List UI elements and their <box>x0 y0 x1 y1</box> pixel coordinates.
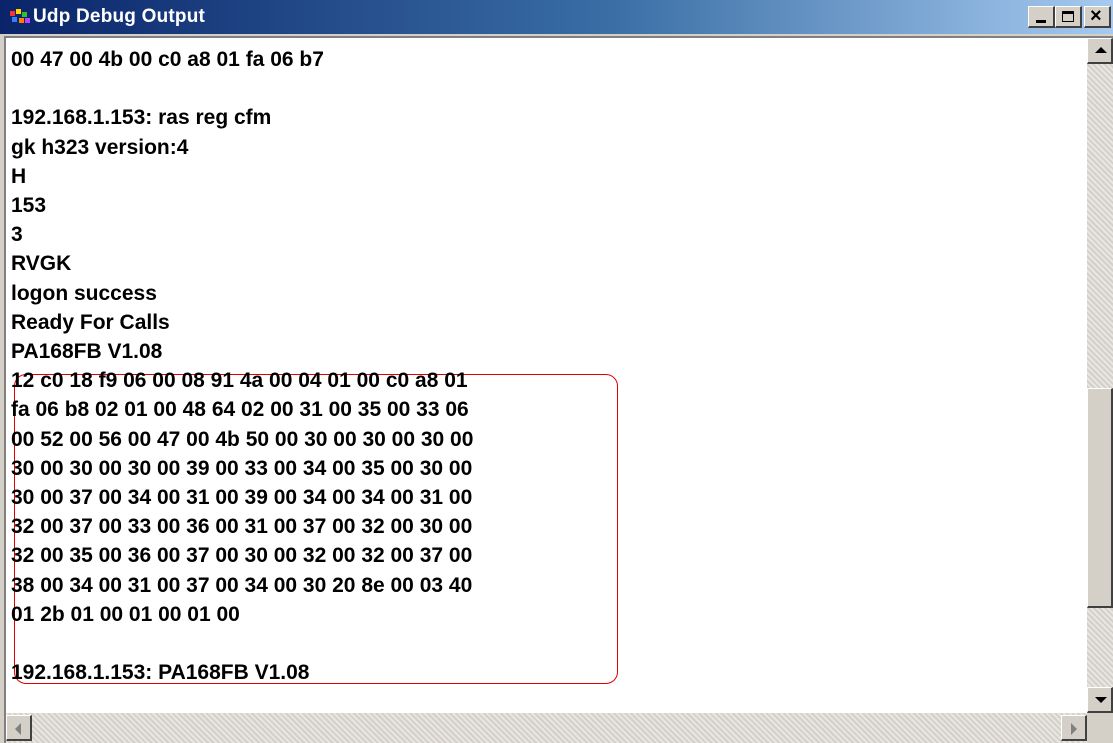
output-line: 192.168.1.153: ras reg cfm <box>11 106 272 130</box>
maximize-icon <box>1062 11 1074 22</box>
vertical-scroll-thumb[interactable] <box>1087 388 1113 608</box>
output-line: 32 00 35 00 36 00 37 00 30 00 32 00 32 0… <box>11 544 473 568</box>
output-line: 192.168.1.153: PA168FB V1.08 <box>11 661 310 685</box>
close-button[interactable]: × <box>1084 5 1111 28</box>
scroll-left-button[interactable] <box>6 715 32 741</box>
output-line: fa 06 b8 02 01 00 48 64 02 00 31 00 35 0… <box>11 398 469 422</box>
horizontal-scrollbar[interactable] <box>6 713 1087 743</box>
arrow-down-icon <box>1095 697 1107 703</box>
size-grip-corner <box>1087 713 1113 743</box>
arrow-right-icon <box>1071 723 1077 735</box>
minimize-button[interactable] <box>1028 6 1055 28</box>
output-line: 00 47 00 4b 00 c0 a8 01 fa 06 b7 <box>11 48 324 71</box>
output-line: PA168FB V1.08 <box>11 340 163 363</box>
output-line: gk h323 version:4 <box>11 135 189 159</box>
output-line: 153 <box>11 194 47 217</box>
output-line: Ready For Calls <box>11 310 170 334</box>
scroll-down-button[interactable] <box>1087 687 1113 713</box>
scroll-up-button[interactable] <box>1087 38 1113 64</box>
output-line: logon success <box>11 281 157 305</box>
title-bar[interactable]: Udp Debug Output × <box>0 0 1113 34</box>
maximize-button[interactable] <box>1055 6 1082 28</box>
output-line: 30 00 30 00 30 00 39 00 33 00 34 00 35 0… <box>11 456 473 480</box>
window-title: Udp Debug Output <box>33 6 206 27</box>
minimize-icon <box>1036 20 1046 23</box>
output-line: 32 00 37 00 33 00 36 00 31 00 37 00 32 0… <box>11 515 473 539</box>
vertical-scrollbar[interactable] <box>1087 38 1113 713</box>
output-line: 30 00 37 00 34 00 31 00 39 00 34 00 34 0… <box>11 486 473 509</box>
arrow-left-icon <box>15 723 21 735</box>
output-line: 38 00 34 00 31 00 37 00 34 00 30 20 8e 0… <box>11 573 473 597</box>
output-line: 12 c0 18 f9 06 00 08 91 4a 00 04 01 00 c… <box>11 369 468 393</box>
output-line: H <box>11 164 27 188</box>
scroll-right-button[interactable] <box>1061 715 1087 741</box>
output-line: 01 2b 01 00 01 00 01 00 <box>11 602 240 626</box>
output-line: RVGK <box>11 252 72 276</box>
output-line: 00 52 00 56 00 47 00 4b 50 00 30 00 30 0… <box>11 427 474 451</box>
udp-debug-window: Udp Debug Output × 00 47 00 4b 00 c0 a8 … <box>0 0 1113 743</box>
close-icon: × <box>1090 5 1102 27</box>
arrow-up-icon <box>1095 47 1107 53</box>
app-icon[interactable] <box>10 9 32 25</box>
debug-output-area[interactable]: 00 47 00 4b 00 c0 a8 01 fa 06 b7 192.168.… <box>6 38 1087 713</box>
output-line: 3 <box>11 223 23 247</box>
